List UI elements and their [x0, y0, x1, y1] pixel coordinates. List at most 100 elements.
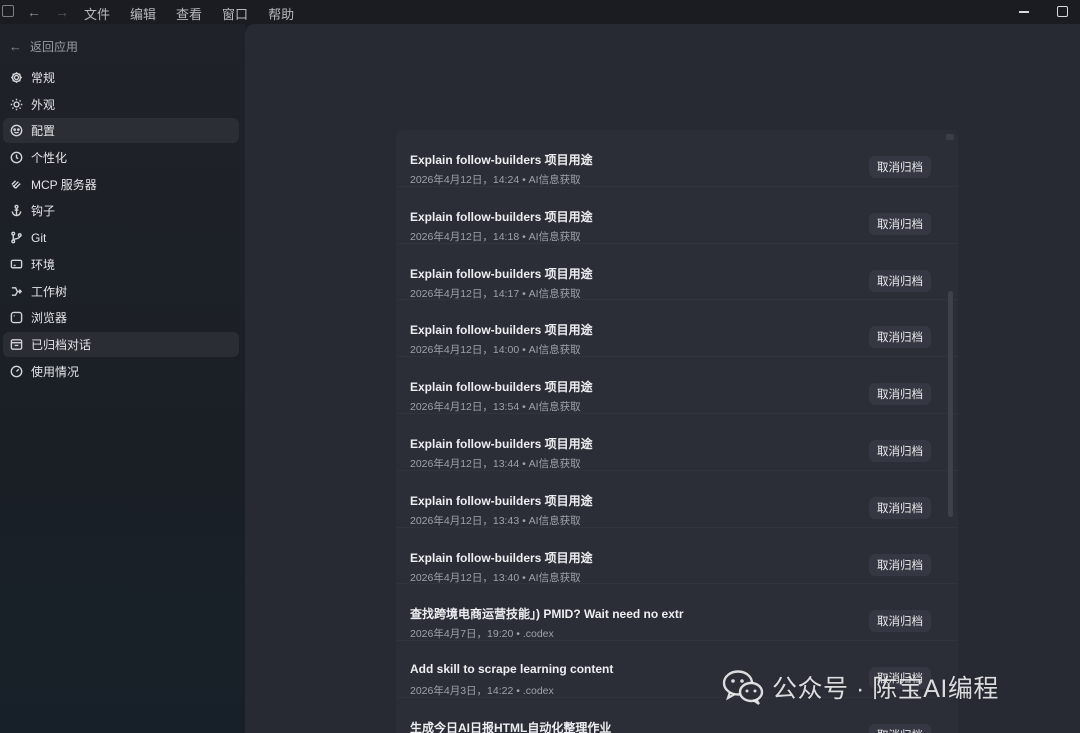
conversation-meta: 2026年4月12日，14:00 • AI信息获取 — [410, 344, 581, 357]
smile-icon — [10, 151, 23, 164]
sidebar-item-environment[interactable]: 环境 — [3, 252, 239, 277]
sidebar-item-label: 常规 — [31, 71, 56, 85]
sidebar-item-archived-chats[interactable]: 已归档对话 — [3, 331, 239, 357]
archived-row: Explain follow-builders 项目用途 2026年4月12日，1… — [396, 187, 958, 244]
sidebar-item-usage[interactable]: 使用情况 — [3, 359, 239, 384]
archived-row: Explain follow-builders 项目用途 2026年4月12日，1… — [396, 471, 958, 528]
gear-icon — [10, 71, 23, 84]
sidebar-item-worktree[interactable]: 工作树 — [3, 279, 239, 304]
unarchive-button[interactable]: 取消归档 — [869, 212, 931, 235]
unarchive-button[interactable]: 取消归档 — [869, 326, 931, 349]
conversation-title: Explain follow-builders 项目用途 — [410, 550, 593, 565]
anchor-icon — [10, 204, 23, 217]
menu-bar: 文件 编辑 查看 窗口 帮助 — [84, 4, 314, 23]
conversation-title: 查找跨境电商运营技能」) PMID? Wait need no extr — [410, 607, 684, 622]
unarchive-button[interactable]: 取消归档 — [869, 439, 931, 462]
main-content: Explain follow-builders 项目用途 2026年4月12日，1… — [245, 24, 1080, 733]
archived-row: Explain follow-builders 项目用途 2026年4月12日，1… — [396, 528, 958, 585]
sidebar-item-label: 环境 — [31, 257, 56, 272]
sidebar-item-label: 使用情况 — [31, 364, 80, 379]
sun-icon — [10, 98, 23, 111]
conversation-meta: 2026年4月12日，13:44 • AI信息获取 — [410, 457, 581, 470]
conversation-meta: 2026年4月12日，13:40 • AI信息获取 — [410, 571, 581, 584]
sidebar-item-personalization[interactable]: 个性化 — [3, 145, 239, 170]
settings-sidebar: ← 返回应用 常规外观配置个性化 MCP 服务器 钩子 Git 环境工作树浏览器已归档对… — [0, 24, 245, 733]
watermark-text: 公众号 · 陈宝AI编程 — [772, 675, 999, 703]
forward-arrow-icon[interactable]: → — [55, 4, 69, 20]
arrow-left-icon: ← — [9, 39, 22, 54]
conversation-meta: 2026年4月7日，19:20 • .codex — [410, 628, 554, 641]
sidebar-item-label: 已归档对话 — [31, 337, 92, 352]
title-bar: ← → 文件 编辑 查看 窗口 帮助 — [0, 0, 1080, 24]
sidebar-item-config[interactable]: 配置 — [3, 118, 239, 144]
unarchive-button[interactable]: 取消归档 — [869, 156, 931, 178]
monitor-icon — [10, 258, 23, 271]
conversation-title: Explain follow-builders 项目用途 — [410, 323, 593, 338]
sidebar-item-label: 钩子 — [31, 204, 56, 219]
sidebar-item-mcp-servers[interactable]: MCP 服务器 — [3, 172, 239, 197]
conversation-title: 生成今日AI日报HTML自动化整理作业 — [410, 720, 612, 733]
conversation-title: Explain follow-builders 项目用途 — [410, 266, 593, 281]
archived-row: 查找跨境电商运营技能」) PMID? Wait need no extr 2026… — [396, 584, 958, 642]
unarchive-button[interactable]: 取消归档 — [869, 553, 931, 576]
back-to-app-link[interactable]: ← 返回应用 — [9, 38, 78, 55]
conversation-meta: 2026年4月12日，14:17 • AI信息获取 — [410, 287, 581, 300]
maximize-icon[interactable] — [1057, 6, 1068, 17]
conversation-title: Explain follow-builders 项目用途 — [410, 436, 593, 451]
menu-view[interactable]: 查看 — [176, 4, 202, 23]
gauge-icon — [10, 365, 23, 378]
unarchive-button[interactable]: 取消归档 — [869, 383, 931, 406]
archive-icon — [10, 338, 23, 351]
unarchive-button[interactable]: 取消归档 — [869, 496, 931, 519]
archived-row: Explain follow-builders 项目用途 2026年4月12日，1… — [396, 357, 958, 414]
archived-row: Explain follow-builders 项目用途 2026年4月12日，1… — [396, 130, 958, 187]
sidebar-item-browser[interactable]: 浏览器 — [3, 305, 239, 330]
unarchive-button[interactable]: 取消归档 — [869, 723, 931, 733]
archived-row: Explain follow-builders 项目用途 2026年4月12日，1… — [396, 414, 958, 471]
archived-conversations-list: Explain follow-builders 项目用途 2026年4月12日，1… — [396, 130, 958, 733]
menu-edit[interactable]: 编辑 — [130, 4, 156, 23]
mcp-icon — [10, 178, 23, 191]
conversation-meta: 2026年4月12日，14:18 • AI信息获取 — [410, 230, 581, 243]
conversation-title: Explain follow-builders 项目用途 — [410, 380, 593, 395]
worktree-icon — [10, 285, 23, 298]
conversation-meta: 2026年4月12日，14:24 • AI信息获取 — [410, 174, 581, 186]
archived-row: Explain follow-builders 项目用途 2026年4月12日，1… — [396, 244, 958, 301]
archived-row: Explain follow-builders 项目用途 2026年4月12日，1… — [396, 300, 958, 358]
sidebar-item-appearance[interactable]: 外观 — [3, 92, 239, 117]
unarchive-button[interactable]: 取消归档 — [869, 610, 931, 633]
conversation-meta: 2026年4月12日，13:43 • AI信息获取 — [410, 514, 581, 527]
sidebar-item-label: 配置 — [31, 124, 56, 139]
sidebar-item-label: 浏览器 — [31, 311, 68, 326]
sidebar-item-label: 外观 — [31, 97, 56, 112]
sidebar-item-label: 工作树 — [31, 284, 68, 299]
sidebar-item-label: 个性化 — [31, 151, 68, 166]
sidebar-item-hooks[interactable]: 钩子 — [3, 198, 239, 223]
conversation-title: Explain follow-builders 项目用途 — [410, 209, 593, 224]
menu-file[interactable]: 文件 — [84, 4, 110, 23]
scroll-up-button[interactable] — [946, 134, 954, 140]
browser-icon — [10, 311, 23, 324]
sidebar-item-label: Git — [31, 230, 47, 245]
conversation-meta: 2026年4月12日，13:54 • AI信息获取 — [410, 401, 581, 414]
sidebar-item-git[interactable]: Git — [3, 225, 239, 250]
watermark: 公众号 · 陈宝AI编程 — [722, 668, 999, 706]
sidebar-item-label: MCP 服务器 — [31, 177, 97, 192]
conversation-title: Add skill to scrape learning content — [410, 662, 614, 677]
sidebar-item-general[interactable]: 常规 — [3, 65, 239, 90]
git-branch-icon — [10, 231, 23, 244]
conversation-title: Explain follow-builders 项目用途 — [410, 153, 593, 167]
config-icon — [10, 124, 23, 137]
minimize-icon[interactable] — [1019, 11, 1029, 13]
menu-help[interactable]: 帮助 — [268, 4, 294, 23]
wechat-logo-icon — [722, 668, 764, 706]
menu-window[interactable]: 窗口 — [222, 4, 248, 23]
scrollbar-thumb[interactable] — [948, 291, 953, 517]
back-to-app-label: 返回应用 — [30, 40, 79, 54]
conversation-title: Explain follow-builders 项目用途 — [410, 493, 593, 508]
unarchive-button[interactable]: 取消归档 — [869, 269, 931, 292]
back-arrow-icon[interactable]: ← — [27, 4, 41, 20]
settings-nav: 常规外观配置个性化 MCP 服务器 钩子 Git 环境工作树浏览器已归档对话使用情况 — [3, 65, 239, 385]
conversation-meta: 2026年4月3日，14:22 • .codex — [410, 685, 554, 698]
sidebar-toggle-icon[interactable] — [2, 5, 14, 17]
